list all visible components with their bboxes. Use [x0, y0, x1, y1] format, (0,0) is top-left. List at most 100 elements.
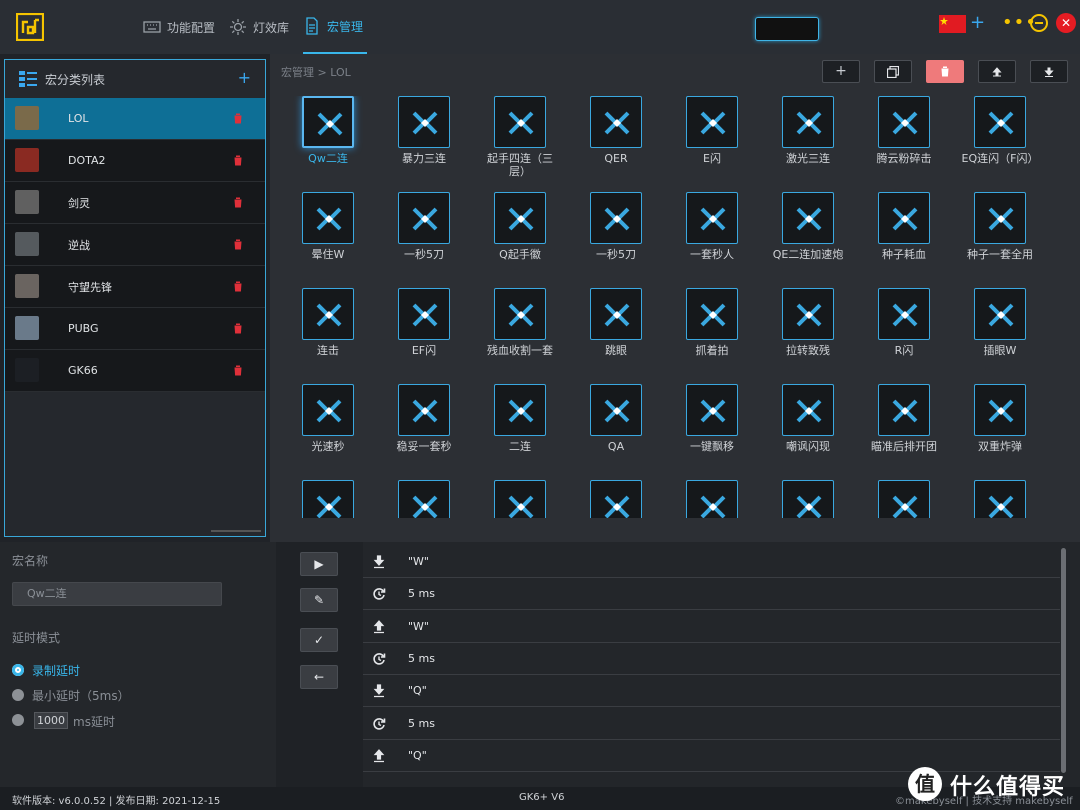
- category-item[interactable]: 剑灵: [5, 182, 265, 224]
- category-item[interactable]: LOL: [5, 98, 265, 140]
- trash-icon[interactable]: [233, 197, 243, 208]
- macro-tile[interactable]: QE二连加速炮: [768, 192, 864, 288]
- trash-icon[interactable]: [233, 239, 243, 250]
- macro-label: 跳眼: [605, 344, 627, 357]
- macro-tile[interactable]: 一秒5刀: [576, 192, 672, 288]
- copy-macro-button[interactable]: [874, 60, 912, 83]
- macro-tile[interactable]: 一秒5刀: [384, 192, 480, 288]
- tab-function-config[interactable]: 功能配置: [143, 0, 215, 54]
- macro-tile[interactable]: 插眼W: [960, 288, 1056, 384]
- macro-tile[interactable]: E闪: [672, 96, 768, 192]
- macro-tile[interactable]: 暴力三连: [384, 96, 480, 192]
- close-icon[interactable]: ✕: [1056, 13, 1076, 33]
- macro-tile[interactable]: QER: [576, 96, 672, 192]
- trash-icon[interactable]: [233, 155, 243, 166]
- radio-record-delay[interactable]: [12, 664, 24, 676]
- tab-macro-management[interactable]: 宏管理: [303, 0, 367, 54]
- add-macro-button[interactable]: +: [822, 60, 860, 83]
- radio-custom-delay[interactable]: [12, 714, 24, 726]
- custom-delay-input[interactable]: 1000: [34, 712, 68, 729]
- macro-label: E闪: [703, 152, 721, 165]
- macro-label: 暴力三连: [402, 152, 446, 165]
- macro-tile[interactable]: [576, 480, 672, 518]
- macro-tile[interactable]: 稳妥一套秒: [384, 384, 480, 480]
- category-item[interactable]: DOTA2: [5, 140, 265, 182]
- macro-tile[interactable]: 拉转致残: [768, 288, 864, 384]
- macro-tile[interactable]: 双重炸弹: [960, 384, 1056, 480]
- category-item[interactable]: PUBG: [5, 308, 265, 350]
- macro-tile[interactable]: [288, 480, 384, 518]
- tab-label: 功能配置: [167, 20, 216, 35]
- confirm-button[interactable]: ✓: [300, 628, 338, 652]
- keyboard-device-icon[interactable]: [755, 17, 819, 41]
- macro-step-row[interactable]: "W": [363, 546, 1060, 578]
- macro-tile[interactable]: Q起手徽: [480, 192, 576, 288]
- macro-tile[interactable]: 嘲讽闪现: [768, 384, 864, 480]
- macro-step-row[interactable]: 5 ms: [363, 708, 1060, 740]
- macro-name-input[interactable]: Qw二连: [12, 582, 222, 606]
- macro-tile[interactable]: QA: [576, 384, 672, 480]
- macro-label: 一键飘移: [690, 440, 734, 453]
- macro-tile[interactable]: [480, 480, 576, 518]
- macro-label: 拉转致残: [786, 344, 830, 357]
- radio-min-delay[interactable]: [12, 689, 24, 701]
- macro-tile[interactable]: EQ连闪（F闪）: [960, 96, 1056, 192]
- import-macro-button[interactable]: [1030, 60, 1068, 83]
- key-up-icon: [372, 619, 386, 634]
- step-list-scrollbar[interactable]: [1061, 548, 1066, 773]
- macro-category-list: 宏分类列表 + LOL DOTA2 剑灵 逆战 守望先锋 PUBG GK66: [4, 59, 266, 537]
- category-item[interactable]: GK66: [5, 350, 265, 392]
- macro-step-row[interactable]: "W": [363, 611, 1060, 643]
- macro-step-row[interactable]: 5 ms: [363, 643, 1060, 675]
- add-category-button[interactable]: +: [238, 68, 251, 87]
- macro-label: 嘲讽闪现: [786, 440, 830, 453]
- macro-tile[interactable]: 跳眼: [576, 288, 672, 384]
- macro-icon: [686, 192, 738, 244]
- trash-icon[interactable]: [233, 365, 243, 376]
- add-device-icon[interactable]: +: [970, 13, 985, 33]
- export-macro-button[interactable]: [978, 60, 1016, 83]
- macro-tile[interactable]: R闪: [864, 288, 960, 384]
- macro-tile[interactable]: 残血收割一套: [480, 288, 576, 384]
- category-label: 剑灵: [68, 196, 90, 210]
- macro-tile[interactable]: 晕住W: [288, 192, 384, 288]
- back-button[interactable]: ←: [300, 665, 338, 689]
- macro-tile[interactable]: [864, 480, 960, 518]
- macro-tile[interactable]: 起手四连（三层）: [480, 96, 576, 192]
- trash-icon[interactable]: [233, 113, 243, 124]
- copy-icon: [886, 65, 900, 79]
- macro-tile[interactable]: 抓着拍: [672, 288, 768, 384]
- category-item[interactable]: 逆战: [5, 224, 265, 266]
- macro-tile[interactable]: EF闪: [384, 288, 480, 384]
- macro-tile[interactable]: 瞄准后排开团: [864, 384, 960, 480]
- macro-tile[interactable]: 一套秒人: [672, 192, 768, 288]
- scrollbar[interactable]: [211, 530, 261, 532]
- macro-tile[interactable]: 连击: [288, 288, 384, 384]
- china-flag-icon[interactable]: [939, 15, 966, 33]
- macro-tile[interactable]: 激光三连: [768, 96, 864, 192]
- macro-tile[interactable]: [672, 480, 768, 518]
- macro-tile[interactable]: [384, 480, 480, 518]
- macro-tile[interactable]: 种子耗血: [864, 192, 960, 288]
- macro-tile[interactable]: 一键飘移: [672, 384, 768, 480]
- macro-tile[interactable]: 种子一套全用: [960, 192, 1056, 288]
- macro-tile[interactable]: 光速秒: [288, 384, 384, 480]
- macro-step-row[interactable]: 5 ms: [363, 578, 1060, 611]
- delete-macro-button[interactable]: [926, 60, 964, 83]
- category-item[interactable]: 守望先锋: [5, 266, 265, 308]
- macro-icon: [590, 384, 642, 436]
- minimize-icon[interactable]: [1030, 14, 1048, 32]
- trash-icon[interactable]: [233, 281, 243, 292]
- macro-tile[interactable]: 二连: [480, 384, 576, 480]
- macro-tile[interactable]: [960, 480, 1056, 518]
- macro-tile[interactable]: [768, 480, 864, 518]
- play-button[interactable]: ▶: [300, 552, 338, 576]
- macro-icon: [494, 96, 546, 148]
- macro-step-row[interactable]: "Q": [363, 675, 1060, 708]
- trash-icon[interactable]: [233, 323, 243, 334]
- macro-tile[interactable]: 腾云粉碎击: [864, 96, 960, 192]
- edit-button[interactable]: ✎: [300, 588, 338, 612]
- macro-label: QE二连加速炮: [772, 248, 844, 261]
- macro-tile[interactable]: Qw二连: [288, 96, 384, 192]
- tab-light-library[interactable]: 灯效库: [229, 0, 289, 54]
